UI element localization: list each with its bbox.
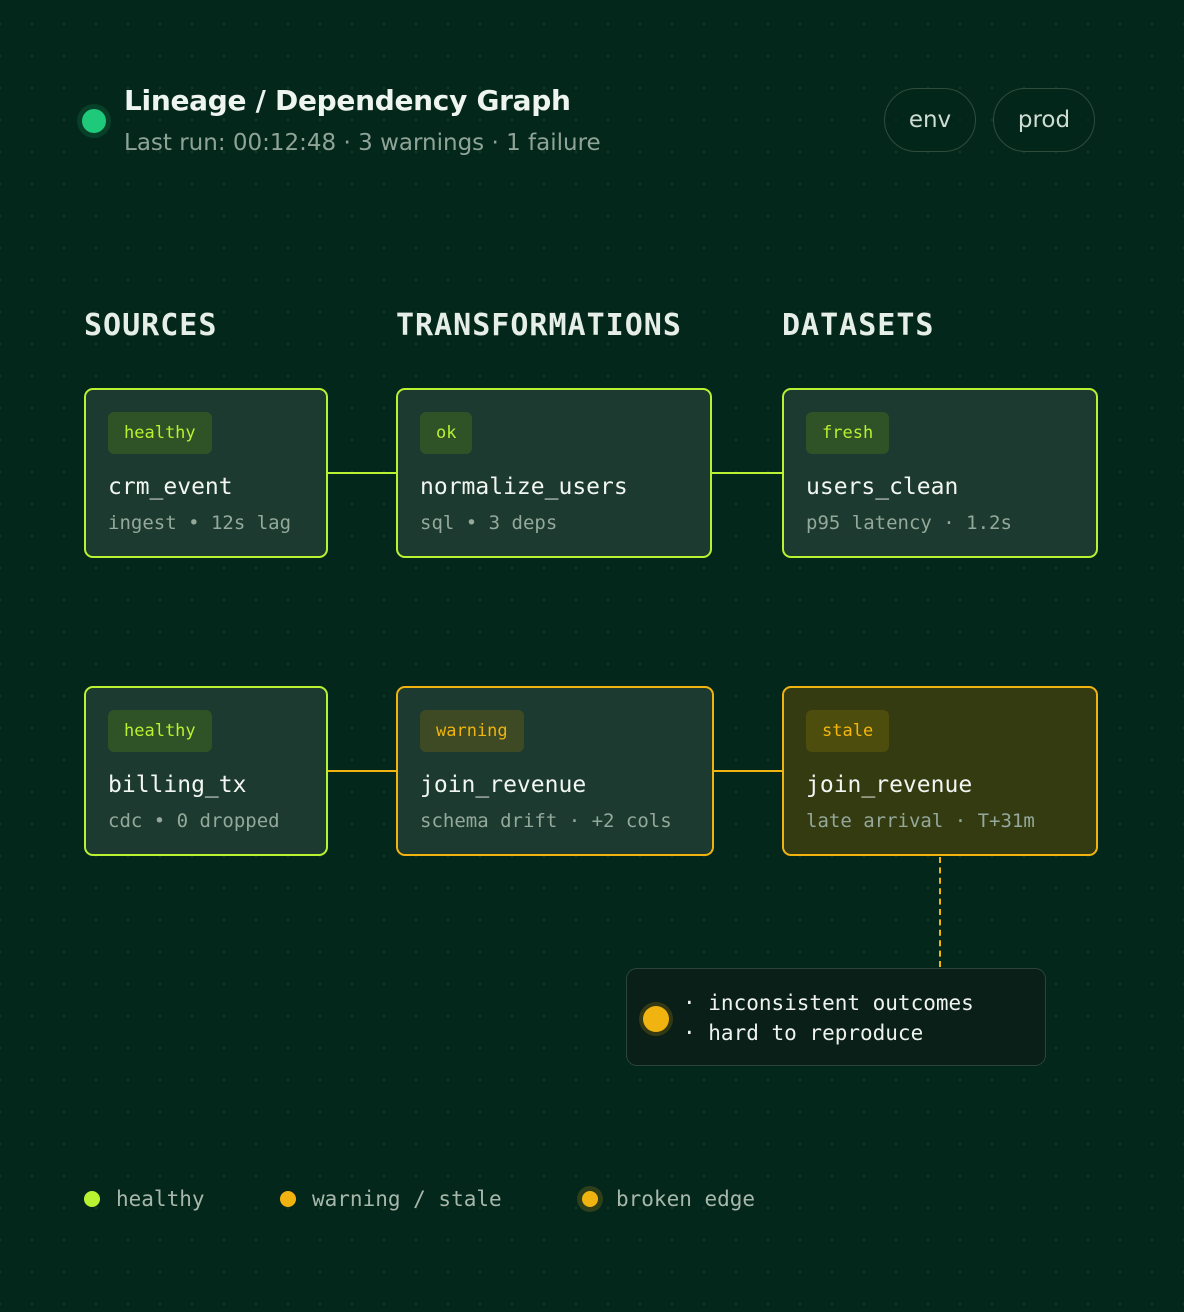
legend-broken-edge-dot-icon <box>582 1191 598 1207</box>
edge-join-revenue-dataset <box>713 770 782 772</box>
node-crm-event[interactable]: healthy crm_event ingest • 12s lag <box>84 388 328 558</box>
legend-warning-dot-icon <box>280 1191 296 1207</box>
column-heading-datasets: DATASETS <box>782 308 935 343</box>
node-users-clean[interactable]: fresh users_clean p95 latency · 1.2s <box>782 388 1098 558</box>
node-name: join_revenue <box>806 772 973 798</box>
node-billing-tx[interactable]: healthy billing_tx cdc • 0 dropped <box>84 686 328 856</box>
node-name: join_revenue <box>420 772 587 798</box>
node-join-revenue-transform[interactable]: warning join_revenue schema drift · +2 c… <box>396 686 714 856</box>
page-title: Lineage / Dependency Graph <box>124 84 571 117</box>
node-meta: cdc • 0 dropped <box>108 810 280 832</box>
status-badge: warning <box>420 710 524 752</box>
node-name: billing_tx <box>108 772 247 798</box>
broken-edge-dashed <box>939 857 941 967</box>
node-name: users_clean <box>806 474 959 500</box>
legend-healthy-label: healthy <box>116 1187 205 1211</box>
status-badge: fresh <box>806 412 890 454</box>
edge-crm-normalize <box>327 472 397 474</box>
column-heading-sources: SOURCES <box>84 308 218 343</box>
legend-healthy-dot-icon <box>84 1191 100 1207</box>
legend-broken-edge-label: broken edge <box>616 1187 756 1211</box>
edge-normalize-users-clean <box>711 472 782 474</box>
edge-billing-join <box>327 770 397 772</box>
node-join-revenue-dataset[interactable]: stale join_revenue late arrival · T+31m <box>782 686 1098 856</box>
node-meta: late arrival · T+31m <box>806 810 1035 832</box>
node-meta: ingest • 12s lag <box>108 512 292 534</box>
prod-pill-button[interactable]: prod <box>993 88 1095 152</box>
legend-warning-label: warning / stale <box>312 1187 502 1211</box>
node-name: normalize_users <box>420 474 628 500</box>
node-meta: sql • 3 deps <box>420 512 558 534</box>
column-heading-transformations: TRANSFORMATIONS <box>396 308 682 343</box>
node-normalize-users[interactable]: ok normalize_users sql • 3 deps <box>396 388 712 558</box>
warning-dot-icon <box>643 1006 669 1032</box>
status-badge: ok <box>420 412 473 454</box>
issue-callout: · inconsistent outcomes · hard to reprod… <box>626 968 1046 1066</box>
node-meta: p95 latency · 1.2s <box>806 512 1012 534</box>
status-indicator-icon <box>82 109 106 133</box>
status-badge: healthy <box>108 710 212 752</box>
callout-line: · inconsistent outcomes <box>683 991 974 1015</box>
run-summary: Last run: 00:12:48 · 3 warnings · 1 fail… <box>124 130 601 156</box>
status-badge: stale <box>806 710 890 752</box>
env-pill-button[interactable]: env <box>884 88 976 152</box>
node-name: crm_event <box>108 474 233 500</box>
node-meta: schema drift · +2 cols <box>420 810 672 832</box>
callout-line: · hard to reproduce <box>683 1021 924 1045</box>
status-badge: healthy <box>108 412 212 454</box>
